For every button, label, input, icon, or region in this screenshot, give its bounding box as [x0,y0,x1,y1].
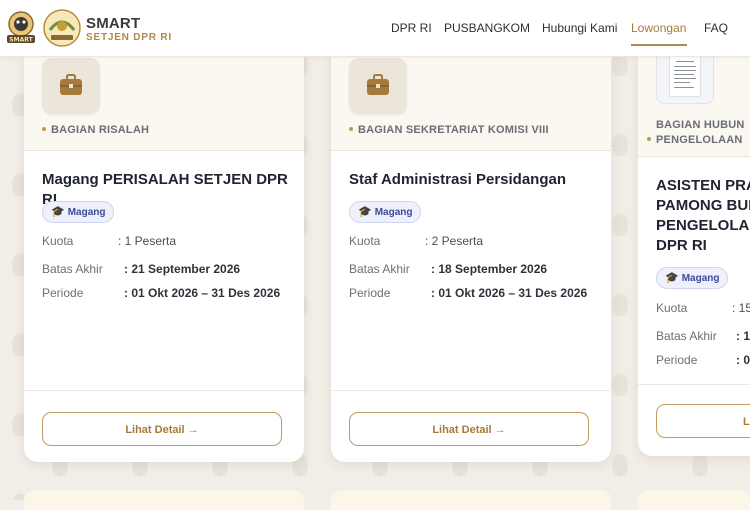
nav-active-indicator [631,44,687,46]
kuota-label: Kuota [656,301,688,315]
type-badge: 🎓 Magang [349,201,422,223]
department-label: BAGIAN HUBUN PENGELOLAAN [647,118,745,148]
kuota-label: Kuota [42,234,74,248]
top-navbar: SMART SMART SETJEN DPR RI DPR RI PUSBANG… [0,0,750,57]
job-card: BAGIAN RISALAH Magang PERISALAH SETJEN D… [24,40,304,462]
lihat-detail-button[interactable]: Lihat Detail → [349,412,589,446]
next-card-edge [638,490,750,510]
next-card-edge [331,490,611,510]
briefcase-icon [367,74,389,95]
deadline-label: Batas Akhir [42,262,103,276]
svg-text:SMART: SMART [9,37,33,44]
job-card: BAGIAN HUBUN PENGELOLAAN ASISTEN PRAN PA… [638,36,750,456]
job-title: Staf Administrasi Persidangan [349,171,567,188]
graduation-cap-icon: 🎓 [665,272,679,284]
kuota-value: : 2 Peserta [425,234,484,248]
period-value: : 01 Okt 2026 – 31 Des 2026 [431,286,588,300]
type-badge: 🎓 Magang [656,267,729,289]
smart-logo-icon: SMART [7,11,35,44]
type-badge: 🎓 Magang [42,201,115,223]
arrow-right-icon: → [187,424,199,436]
department-label: BAGIAN SEKRETARIAT KOMISI VIII [349,124,549,136]
card-icon-tile [349,58,407,114]
lihat-detail-button[interactable]: Lihat Detail → [42,412,282,446]
job-title: ASISTEN PRAN PAMONG BUD PENGELOLAA DPR R… [656,177,750,254]
period-label: Periode [656,353,698,367]
kuota-value: : 1 Peserta [118,234,177,248]
kuota-value: : 15 [732,301,750,315]
nav-hubungi-kami[interactable]: Hubungi Kami [542,21,617,35]
deadline-label: Batas Akhir [656,329,717,343]
graduation-cap-icon: 🎓 [358,206,372,218]
nav-faq[interactable]: FAQ [704,21,728,35]
deadline-value: : 21 September 2026 [124,262,241,276]
kuota-label: Kuota [349,234,381,248]
deadline-value: : 17 [736,329,750,343]
arrow-right-icon: → [494,424,506,436]
divider [331,390,611,391]
brand-subtitle: SETJEN DPR RI [86,32,172,43]
deadline-value: : 18 September 2026 [431,262,548,276]
card-icon-tile [42,58,100,114]
graduation-cap-icon: 🎓 [51,206,65,218]
deadline-label: Batas Akhir [349,262,410,276]
period-value: : 0 [736,353,750,367]
nav-pusbangkom[interactable]: PUSBANGKOM [444,21,530,35]
period-label: Periode [42,286,84,300]
period-value: : 01 Okt 2026 – 31 Des 2026 [124,286,281,300]
nav-dpr-ri[interactable]: DPR RI [391,21,432,35]
nav-lowongan[interactable]: Lowongan [631,21,686,35]
divider [24,390,304,391]
lihat-detail-button[interactable]: Li [656,404,750,438]
job-card: BAGIAN SEKRETARIAT KOMISI VIII Staf Admi… [331,40,611,462]
department-label: BAGIAN RISALAH [42,124,149,136]
next-card-edge [24,490,304,510]
dpr-emblem-icon [43,9,81,47]
period-label: Periode [349,286,391,300]
brand-title: SMART [86,15,141,32]
divider [638,384,750,385]
briefcase-icon [60,74,82,95]
